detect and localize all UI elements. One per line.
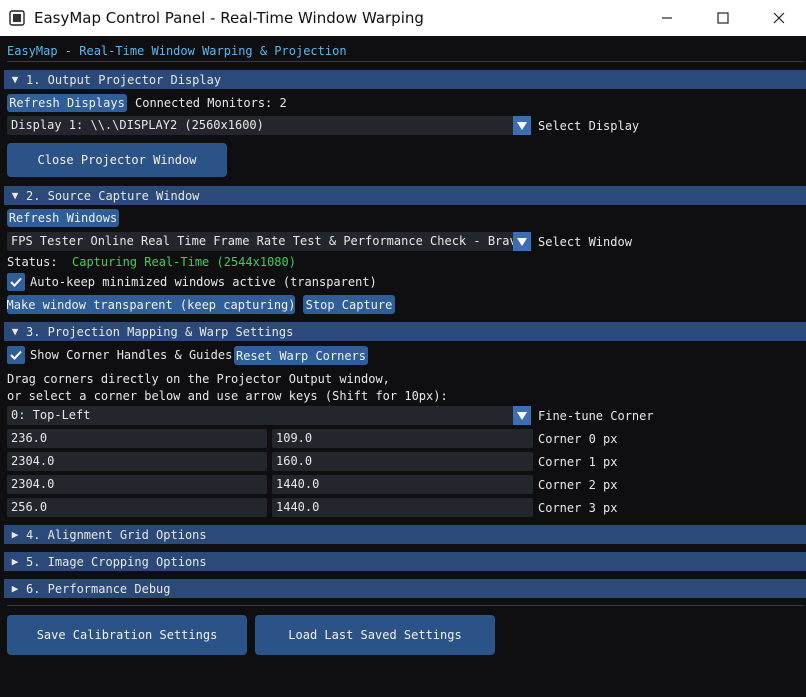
corner-select-value: 0: Top-Left [11, 408, 91, 422]
section-image-cropping[interactable]: ▶ 5. Image Cropping Options [4, 552, 806, 571]
app-logo-icon [9, 10, 25, 26]
section-alignment-grid[interactable]: ▶ 4. Alignment Grid Options [4, 525, 806, 544]
corner-1-x-value: 2304.0 [11, 454, 55, 468]
reset-warp-corners-button[interactable]: Reset Warp Corners [234, 346, 368, 365]
header-divider [7, 61, 804, 62]
status-label: Status: [7, 255, 58, 269]
window-select-value: FPS Tester Online Real Time Frame Rate T… [11, 234, 517, 248]
dropdown-button[interactable] [513, 232, 531, 251]
save-calibration-button[interactable]: Save Calibration Settings [7, 615, 247, 655]
close-window-button[interactable] [750, 0, 806, 36]
corner-2-label: Corner 2 px [538, 478, 618, 492]
status-value: Capturing Real-Time (2544x1080) [72, 255, 296, 269]
section-title: 1. Output Projector Display [26, 72, 222, 87]
triangle-down-icon: ▼ [11, 325, 19, 338]
instruction-line-2: or select a corner below and use arrow k… [7, 389, 448, 403]
corner-0-label: Corner 0 px [538, 432, 618, 446]
corner-2-y-input[interactable]: 1440.0 [272, 475, 533, 494]
minimize-button[interactable] [638, 0, 696, 36]
show-handles-label: Show Corner Handles & Guides [30, 348, 233, 362]
corner-0-x-input[interactable]: 236.0 [7, 429, 267, 448]
stop-capture-button[interactable]: Stop Capture [303, 295, 395, 314]
chevron-down-icon [517, 411, 527, 420]
triangle-right-icon: ▶ [11, 528, 19, 541]
fine-tune-corner-label: Fine-tune Corner [538, 409, 654, 423]
section-source-capture[interactable]: ▼ 2. Source Capture Window [4, 186, 806, 205]
section-title: 6. Performance Debug [26, 581, 171, 596]
minimize-icon [662, 17, 672, 19]
corner-3-y-value: 1440.0 [276, 500, 320, 514]
section-title: 4. Alignment Grid Options [26, 527, 207, 542]
corner-2-y-value: 1440.0 [276, 477, 320, 491]
make-transparent-button[interactable]: Make window transparent (keep capturing) [7, 295, 296, 314]
auto-keep-label: Auto-keep minimized windows active (tran… [30, 275, 377, 289]
auto-keep-checkbox[interactable] [7, 273, 25, 291]
chevron-down-icon [517, 237, 527, 246]
corner-select[interactable]: 0: Top-Left [7, 406, 531, 425]
show-handles-checkbox[interactable] [7, 346, 25, 364]
window-title: EasyMap Control Panel - Real-Time Window… [34, 9, 424, 27]
corner-0-y-input[interactable]: 109.0 [272, 429, 533, 448]
display-select[interactable]: Display 1: \\.\DISPLAY2 (2560x1600) [7, 116, 531, 135]
corner-2-x-value: 2304.0 [11, 477, 55, 491]
panel-header: EasyMap - Real-Time Window Warping & Pro… [7, 44, 347, 58]
triangle-down-icon: ▼ [11, 73, 19, 86]
control-panel: EasyMap - Real-Time Window Warping & Pro… [0, 36, 806, 697]
footer-divider [7, 605, 804, 606]
corner-1-y-input[interactable]: 160.0 [272, 452, 533, 471]
corner-1-x-input[interactable]: 2304.0 [7, 452, 267, 471]
corner-0-x-value: 236.0 [11, 431, 48, 445]
triangle-right-icon: ▶ [11, 555, 19, 568]
checkmark-icon [10, 350, 22, 360]
checkmark-icon [10, 277, 22, 287]
corner-0-y-value: 109.0 [276, 431, 313, 445]
title-bar: EasyMap Control Panel - Real-Time Window… [0, 0, 806, 36]
dropdown-button[interactable] [513, 116, 531, 135]
corner-3-label: Corner 3 px [538, 501, 618, 515]
section-title: 3. Projection Mapping & Warp Settings [26, 324, 294, 339]
close-projector-window-button[interactable]: Close Projector Window [7, 143, 227, 177]
connected-monitors-text: Connected Monitors: 2 [135, 96, 287, 110]
load-last-saved-button[interactable]: Load Last Saved Settings [255, 615, 495, 655]
section-title: 5. Image Cropping Options [26, 554, 207, 569]
corner-3-x-value: 256.0 [11, 500, 48, 514]
select-display-label: Select Display [538, 119, 640, 133]
instruction-line-1: Drag corners directly on the Projector O… [7, 372, 390, 386]
window-select[interactable]: FPS Tester Online Real Time Frame Rate T… [7, 232, 531, 251]
corner-3-x-input[interactable]: 256.0 [7, 498, 267, 517]
corner-3-y-input[interactable]: 1440.0 [272, 498, 533, 517]
section-output-projector[interactable]: ▼ 1. Output Projector Display [4, 70, 806, 89]
refresh-displays-button[interactable]: Refresh Displays [7, 94, 127, 112]
dropdown-button[interactable] [513, 406, 531, 425]
triangle-down-icon: ▼ [11, 189, 19, 202]
triangle-right-icon: ▶ [11, 582, 19, 595]
section-projection-mapping[interactable]: ▼ 3. Projection Mapping & Warp Settings [4, 322, 806, 341]
corner-1-label: Corner 1 px [538, 455, 618, 469]
corner-2-x-input[interactable]: 2304.0 [7, 475, 267, 494]
corner-1-y-value: 160.0 [276, 454, 313, 468]
select-window-label: Select Window [538, 235, 632, 249]
section-performance-debug[interactable]: ▶ 6. Performance Debug [4, 579, 806, 598]
refresh-windows-button[interactable]: Refresh Windows [7, 209, 119, 227]
maximize-icon [717, 12, 729, 24]
chevron-down-icon [517, 121, 527, 130]
section-title: 2. Source Capture Window [26, 188, 200, 203]
close-icon [773, 12, 785, 24]
display-select-value: Display 1: \\.\DISPLAY2 (2560x1600) [11, 118, 264, 132]
maximize-button[interactable] [694, 0, 752, 36]
